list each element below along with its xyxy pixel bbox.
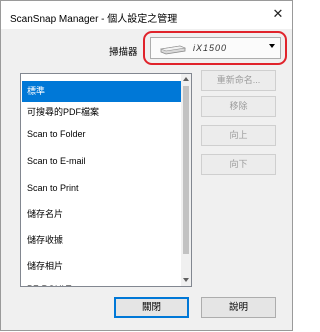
scroll-up-icon[interactable] <box>183 77 189 81</box>
list-item[interactable]: 儲存名片 <box>22 204 182 225</box>
scrollbar-thumb[interactable] <box>183 86 189 254</box>
move-down-button[interactable]: 向下 <box>201 154 276 175</box>
scanner-select[interactable]: iX1500 <box>150 37 281 59</box>
help-button[interactable]: 說明 <box>201 297 276 318</box>
list-item[interactable]: PF-ROULT <box>22 279 182 286</box>
scanner-value: iX1500 <box>193 43 228 53</box>
vertical-scrollbar[interactable] <box>181 74 191 286</box>
rename-button[interactable]: 重新命名... <box>201 70 276 91</box>
delete-button[interactable]: 移除 <box>201 96 276 117</box>
close-icon[interactable]: ✕ <box>270 6 286 22</box>
close-button[interactable]: 關閉 <box>114 297 189 318</box>
list-item[interactable]: Scan to Folder <box>22 124 182 145</box>
list-item[interactable]: 儲存收據 <box>22 230 182 251</box>
scroll-down-icon[interactable] <box>183 278 189 282</box>
profile-management-dialog: ScanSnap Manager - 個人設定之管理 ✕ 掃描器 iX1500 … <box>0 0 293 331</box>
move-up-button[interactable]: 向上 <box>201 125 276 146</box>
list-item[interactable]: 標準 <box>22 81 182 102</box>
scanner-device-icon <box>160 45 186 55</box>
dropdown-arrow-icon[interactable] <box>269 44 275 48</box>
title-bar: ScanSnap Manager - 個人設定之管理 ✕ <box>1 1 292 29</box>
profile-list[interactable]: 標準 可搜尋的PDF檔案 Scan to Folder Scan to E-ma… <box>20 73 192 287</box>
list-item[interactable]: 儲存相片 <box>22 256 182 277</box>
list-item[interactable]: Scan to Print <box>22 178 182 199</box>
list-item[interactable]: 可搜尋的PDF檔案 <box>22 102 182 123</box>
list-item[interactable]: Scan to E-mail <box>22 151 182 172</box>
scanner-label: 掃描器 <box>109 47 138 58</box>
window-title: ScanSnap Manager - 個人設定之管理 <box>10 14 178 25</box>
